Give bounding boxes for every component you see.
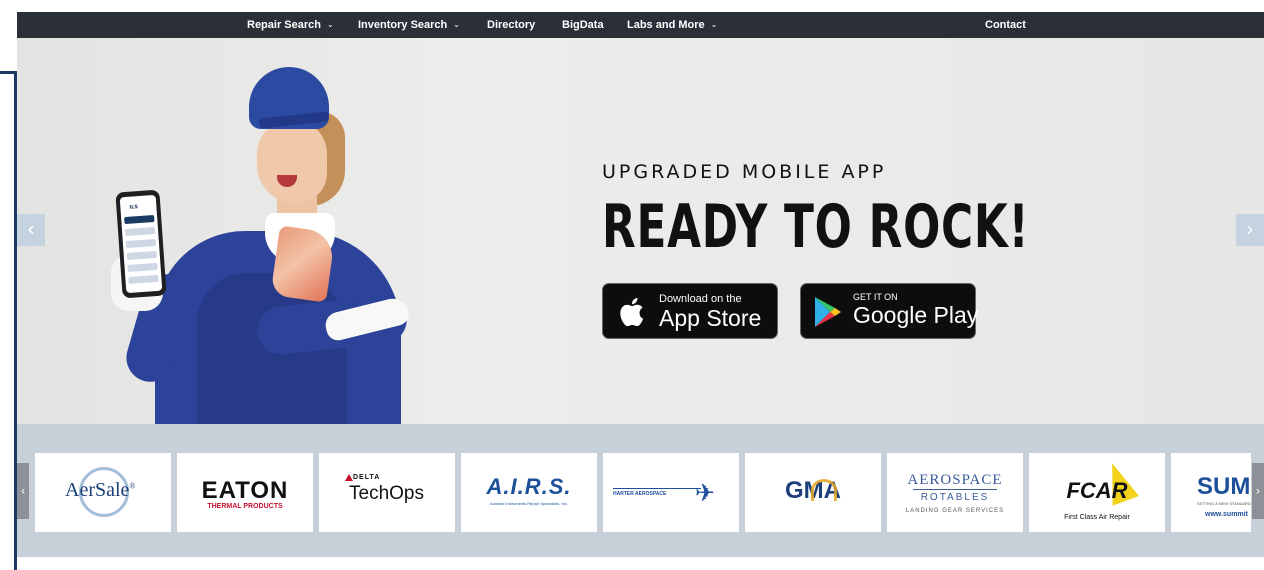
- chevron-down-icon: ⌄: [710, 20, 718, 29]
- aerospace-rotables-text: ROTABLES: [920, 492, 990, 503]
- phone-screen: ILS: [119, 194, 163, 294]
- aersale-logo-text: AerSale®: [65, 479, 136, 502]
- phone-ui-bar: [128, 274, 159, 284]
- phone-ui-bar: [124, 215, 155, 225]
- summit-subtitle: SETTING A NEW STANDARD: [1197, 501, 1251, 506]
- nav-label: Directory: [487, 19, 536, 31]
- aerospace-divider: [913, 489, 997, 490]
- phone-ui-bar: [126, 250, 158, 261]
- phone-mockup: ILS: [115, 189, 167, 299]
- aersale-mark: ®: [129, 481, 136, 491]
- logo-card-harter[interactable]: HARTER AEROSPACE ✈: [603, 453, 739, 532]
- fcar-subtitle: First Class Air Repair: [1064, 514, 1130, 521]
- google-play-big-label: Google Play: [853, 302, 979, 328]
- logo-card-eaton[interactable]: EATON THERMAL PRODUCTS: [177, 453, 313, 532]
- partner-logo-carousel: ‹ AerSale® EATON THERMAL PRODUCTS DELTA …: [17, 424, 1264, 557]
- aerospace-subtitle: LANDING GEAR SERVICES: [905, 508, 1005, 514]
- nav-item-repair-search[interactable]: Repair Search ⌄: [247, 12, 334, 38]
- attendant-face: [257, 119, 327, 203]
- eaton-logo-text: EATON: [201, 477, 289, 504]
- delta-small-label: DELTA: [353, 474, 381, 481]
- aersale-name: AerSale: [65, 479, 130, 501]
- chevron-down-icon: ⌄: [453, 20, 460, 29]
- logo-carousel-prev-arrow[interactable]: ‹: [17, 463, 29, 519]
- nav-label: Contact: [985, 19, 1026, 31]
- phone-ui-bar: [127, 262, 158, 272]
- google-play-small-label: GET IT ON: [853, 292, 898, 302]
- hero-subtitle: UPGRADED MOBILE APP: [602, 161, 887, 183]
- logo-card-delta-techops[interactable]: DELTA TechOps: [319, 453, 455, 532]
- hero-title: READY TO ROCK!: [602, 192, 1030, 262]
- app-store-big-label: App Store: [659, 305, 762, 331]
- delta-triangle-icon: [345, 474, 353, 481]
- delta-techops-text: TechOps: [349, 483, 424, 504]
- aerospace-logo-text: AEROSPACE: [907, 472, 1003, 488]
- nav-item-contact[interactable]: Contact: [985, 12, 1026, 38]
- app-store-button[interactable]: Download on the App Store: [602, 283, 778, 339]
- phone-ui-bar: [125, 238, 157, 249]
- logo-card-summit[interactable]: SUMM SETTING A NEW STANDARD www.summit: [1171, 453, 1251, 532]
- logo-card-airs[interactable]: A.I.R.S. Aviation Instruments Repair Spe…: [461, 453, 597, 532]
- nav-label: Inventory Search: [358, 19, 448, 31]
- nav-label: BigData: [562, 19, 604, 31]
- left-edge-line-vertical: [14, 71, 17, 570]
- summit-logo-text: SUMM: [1197, 473, 1251, 500]
- airs-subtitle: Aviation Instruments Repair Specialists,…: [490, 501, 568, 506]
- eaton-subtitle: THERMAL PRODUCTS: [207, 503, 283, 510]
- hero-text-block: UPGRADED MOBILE APP READY TO ROCK! Downl…: [602, 38, 1202, 424]
- nav-item-bigdata[interactable]: BigData: [562, 12, 604, 38]
- phone-app-logo: ILS: [129, 204, 139, 211]
- app-store-small-label: Download on the: [659, 293, 742, 305]
- logo-card-aersale[interactable]: AerSale®: [35, 453, 171, 532]
- phone-ui-bar: [124, 226, 156, 237]
- nav-label: Labs and More: [627, 19, 705, 31]
- airplane-icon: ✈: [695, 479, 716, 507]
- apple-icon: [620, 297, 644, 327]
- nav-item-inventory-search[interactable]: Inventory Search ⌄: [358, 12, 460, 38]
- harter-line: [613, 488, 701, 489]
- flight-attendant-illustration: ILS: [111, 63, 417, 424]
- harter-logo-text: HARTER AEROSPACE: [613, 491, 667, 497]
- logo-card-aerospace-rotables[interactable]: AEROSPACE ROTABLES LANDING GEAR SERVICES: [887, 453, 1023, 532]
- top-navigation-bar: Repair Search ⌄ Inventory Search ⌄ Directo…: [17, 12, 1264, 38]
- airs-logo-text: A.I.R.S.: [486, 474, 572, 499]
- google-play-icon: [815, 297, 841, 327]
- logo-carousel-next-arrow[interactable]: ›: [1252, 463, 1264, 519]
- google-play-button[interactable]: GET IT ON Google Play: [800, 283, 979, 339]
- fcar-logo-text: FCAR: [1066, 478, 1128, 503]
- summit-url: www.summit: [1205, 511, 1248, 518]
- logo-card-fcar[interactable]: FCAR First Class Air Repair: [1029, 453, 1165, 532]
- chevron-down-icon: ⌄: [326, 20, 334, 29]
- gma-swoosh-graphic: [811, 479, 837, 501]
- hero-banner: ILS UPGRADED MOBILE APP READY TO ROCK! D…: [17, 38, 1264, 424]
- hero-next-arrow[interactable]: ›: [1236, 214, 1264, 246]
- hero-prev-arrow[interactable]: ‹: [17, 214, 45, 246]
- nav-item-labs-and-more[interactable]: Labs and More ⌄: [627, 12, 717, 38]
- nav-item-directory[interactable]: Directory: [487, 12, 535, 38]
- nav-label: Repair Search: [247, 19, 321, 31]
- logo-card-gma[interactable]: GMA: [745, 453, 881, 532]
- left-edge-decoration: [0, 0, 17, 570]
